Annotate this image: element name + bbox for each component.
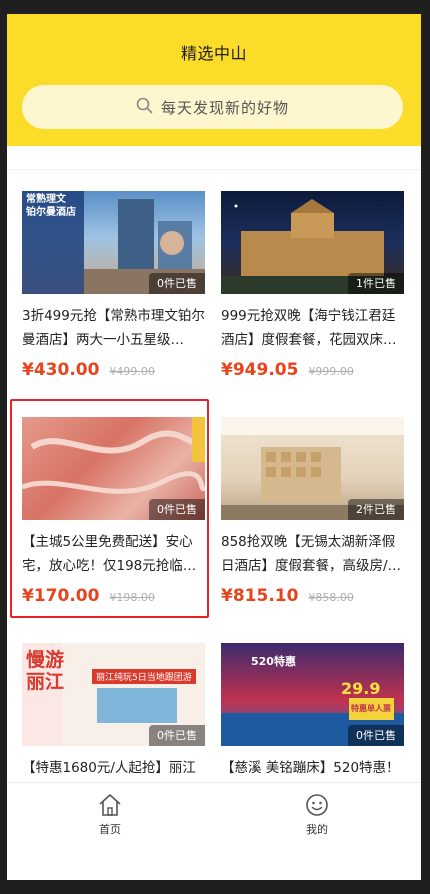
product-image[interactable]: 2件已售 bbox=[221, 417, 404, 520]
product-card[interactable]: 2件已售 858抢双晚【无锡太湖新泽假日酒店】度假套餐，高级房/… ¥815.1… bbox=[221, 417, 404, 606]
sold-badge: 0件已售 bbox=[149, 725, 205, 746]
thumb-text: 29.9 bbox=[341, 679, 381, 698]
page-title: 精选中山 bbox=[180, 44, 247, 63]
product-title[interactable]: 858抢双晚【无锡太湖新泽假日酒店】度假套餐，高级房/… bbox=[221, 530, 404, 578]
thumb-text: 铂尔曼酒店 bbox=[26, 207, 76, 218]
product-image[interactable]: 1件已售 bbox=[221, 191, 404, 294]
home-icon bbox=[70, 793, 150, 817]
thumb-text: 丽江纯玩5日当地跟团游 bbox=[92, 669, 196, 684]
product-title[interactable]: 999元抢双晚【海宁钱江君廷酒店】度假套餐，花园双床… bbox=[221, 304, 404, 352]
original-price: ¥999.00 bbox=[308, 365, 354, 378]
thumb-text: 特惠单人票 bbox=[351, 704, 391, 713]
price: ¥815.10 bbox=[221, 586, 299, 606]
product-card[interactable]: 1件已售 999元抢双晚【海宁钱江君廷酒店】度假套餐，花园双床… ¥949.05… bbox=[221, 191, 404, 380]
nav-home[interactable]: 首页 bbox=[70, 793, 150, 837]
product-image[interactable]: 慢游 丽江 丽江纯玩5日当地跟团游 0件已售 bbox=[22, 643, 205, 746]
sold-badge: 0件已售 bbox=[149, 273, 205, 294]
nav-mine[interactable]: 我的 bbox=[277, 793, 357, 837]
price-row: ¥815.10 ¥858.00 bbox=[221, 586, 404, 606]
search-placeholder: 每天发现新的好物 bbox=[160, 98, 289, 117]
smile-icon bbox=[277, 793, 357, 817]
product-image[interactable]: 常熟理文 铂尔曼酒店 0件已售 bbox=[22, 191, 205, 294]
divider bbox=[7, 169, 421, 170]
selection-highlight bbox=[10, 399, 209, 618]
product-card[interactable]: 慢游 丽江 丽江纯玩5日当地跟团游 0件已售 【特惠1680元/人起抢】丽江 bbox=[22, 643, 205, 804]
header: 精选中山 每天发现新的好物 bbox=[7, 14, 421, 146]
product-card[interactable]: 520特惠 29.9 特惠单人票 0件已售 【慈溪 美铭蹦床】520特惠！ bbox=[221, 643, 404, 804]
price-row: ¥430.00 ¥499.00 bbox=[22, 360, 205, 380]
thumb-text: 丽江 bbox=[26, 671, 65, 693]
price: ¥949.05 bbox=[221, 360, 299, 380]
price: ¥430.00 bbox=[22, 360, 100, 380]
product-card[interactable]: 常熟理文 铂尔曼酒店 0件已售 3折499元抢【常熟市理文铂尔曼酒店】两大一小五… bbox=[22, 191, 205, 380]
original-price: ¥499.00 bbox=[109, 365, 155, 378]
bottom-nav: 首页 我的 bbox=[7, 782, 421, 880]
sold-badge: 0件已售 bbox=[348, 725, 404, 746]
thumb-text: 常熟理文 bbox=[26, 194, 66, 205]
thumb-text: 520特惠 bbox=[251, 655, 296, 668]
price-row: ¥949.05 ¥999.00 bbox=[221, 360, 404, 380]
app-frame: 精选中山 每天发现新的好物 常熟理文 铂尔曼酒店 0件已售 3折499元抢【常熟… bbox=[7, 14, 421, 880]
nav-mine-label: 我的 bbox=[306, 823, 328, 836]
product-title[interactable]: 3折499元抢【常熟市理文铂尔曼酒店】两大一小五星级… bbox=[22, 304, 205, 352]
original-price: ¥858.00 bbox=[308, 591, 354, 604]
thumb-text: 慢游 bbox=[26, 649, 65, 671]
search-icon bbox=[136, 97, 153, 118]
nav-home-label: 首页 bbox=[99, 823, 121, 836]
sold-badge: 2件已售 bbox=[348, 499, 404, 520]
sold-badge: 1件已售 bbox=[348, 273, 404, 294]
product-image[interactable]: 520特惠 29.9 特惠单人票 0件已售 bbox=[221, 643, 404, 746]
search-bar[interactable]: 每天发现新的好物 bbox=[22, 85, 403, 129]
